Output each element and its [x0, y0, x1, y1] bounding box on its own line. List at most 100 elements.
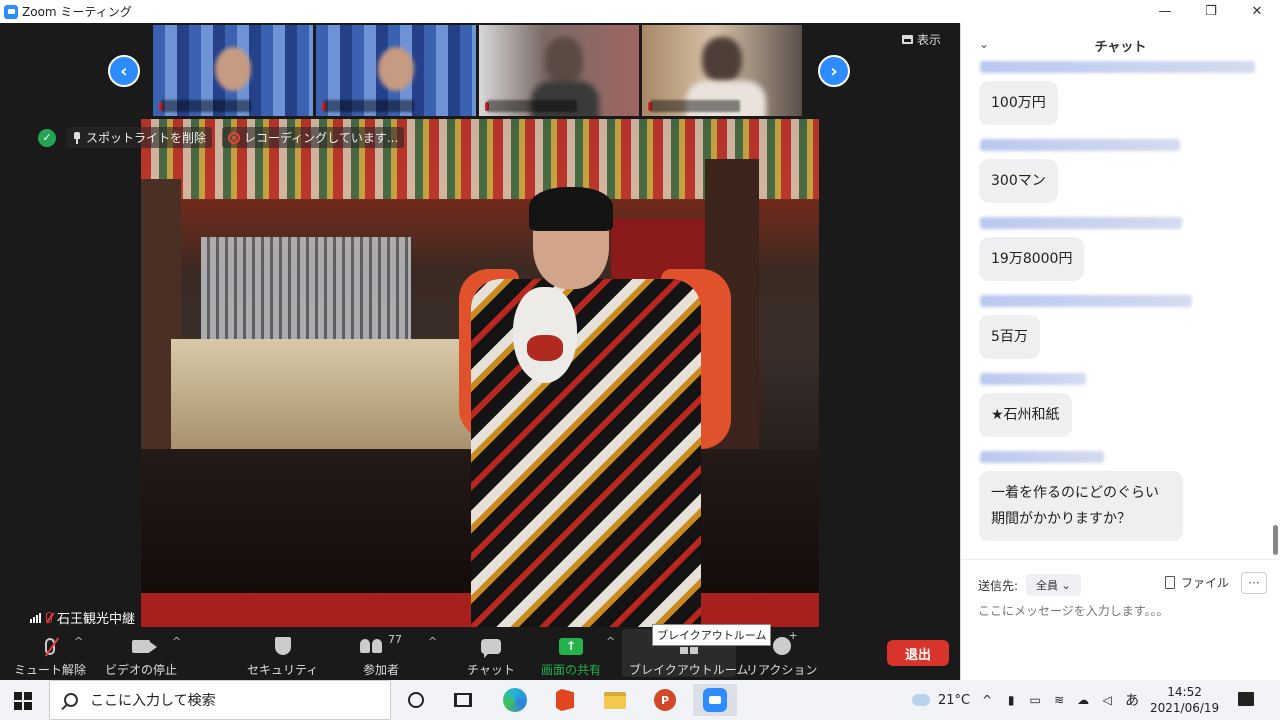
kagura-costume [471, 279, 701, 627]
folder-icon [604, 691, 626, 709]
chat-panel: ⌄ チャット 100万円 300マン 19万8000円 5百万 ★石州和紙 一着… [960, 23, 1280, 680]
participant-face [378, 47, 414, 91]
system-tray: 21°C ^ ▮ ▭ ≋ ☁ ◁ あ [912, 680, 1140, 720]
taskbar-search-box[interactable]: ここに入力して検索 [49, 680, 391, 720]
clock-time: 14:52 [1167, 685, 1202, 699]
participants-icon [360, 639, 382, 653]
chevron-up-icon[interactable]: ^ [980, 693, 994, 707]
cortana-button[interactable] [394, 684, 438, 716]
security-button[interactable]: セキュリティ [247, 633, 318, 678]
blurred-message-text [980, 61, 1255, 73]
participants-options-caret[interactable]: ^ [428, 635, 437, 648]
recipient-value: 全員 [1036, 579, 1059, 592]
prev-page-button[interactable]: ‹ [108, 55, 140, 87]
temperature[interactable]: 21°C [938, 693, 970, 708]
weather-icon[interactable] [912, 694, 930, 706]
message-bubble: 一着を作るのにどのぐらい期間がかかりますか？ [979, 471, 1183, 541]
chat-message-input[interactable] [978, 604, 1258, 618]
view-grid-icon [902, 35, 913, 44]
message-bubble: ★石州和紙 [979, 393, 1072, 437]
recording-indicator[interactable]: レコーディングしています... [222, 127, 405, 148]
share-screen-label: 画面の共有 [541, 663, 602, 677]
blurred-sender-name [980, 451, 1104, 463]
recipient-row: 送信先: 全員 ⌄ [978, 574, 1081, 596]
restore-button[interactable]: ❐ [1188, 0, 1234, 23]
mic-off-icon [45, 637, 55, 655]
muted-mic-icon [46, 612, 52, 623]
message-bubble: 5百万 [979, 315, 1040, 359]
powerpoint-app[interactable]: P [643, 684, 687, 716]
edge-app[interactable] [493, 684, 537, 716]
zoom-icon [703, 688, 727, 712]
video-options-caret[interactable]: ^ [172, 635, 181, 648]
speaker-video [141, 119, 819, 627]
zoom-app[interactable] [693, 684, 737, 716]
file-icon [1165, 576, 1175, 589]
oni-mask [513, 287, 577, 383]
audio-options-caret[interactable]: ^ [74, 635, 83, 648]
meeting-status-badges: ✓ スポットライトを削除 レコーディングしています... [38, 127, 405, 148]
chevron-down-icon[interactable]: ⌄ [979, 37, 989, 51]
participant-thumbnail[interactable] [642, 25, 802, 116]
view-button[interactable]: 表示 [902, 31, 941, 48]
battery-icon[interactable]: ▭ [1028, 693, 1042, 707]
participants-label: 参加者 [362, 663, 399, 677]
chat-button[interactable]: チャット [467, 633, 515, 678]
stop-video-button[interactable]: ビデオの停止 [105, 633, 177, 678]
participant-name-blurred [161, 100, 251, 112]
office-app[interactable] [543, 684, 587, 716]
zoom-app-icon [4, 4, 18, 19]
wifi-icon[interactable]: ≋ [1052, 693, 1066, 707]
signal-strength-icon [30, 612, 41, 623]
pin-icon [72, 131, 82, 144]
speaker-icon[interactable]: ◁ [1100, 693, 1114, 707]
stop-video-label: ビデオの停止 [105, 663, 178, 677]
minimize-button[interactable]: — [1142, 0, 1188, 23]
blurred-sender-name [980, 139, 1180, 151]
message-bubble: 100万円 [979, 81, 1058, 125]
file-explorer-app[interactable] [593, 684, 637, 716]
file-label: ファイル [1181, 576, 1230, 590]
close-button[interactable]: ✕ [1234, 0, 1280, 23]
chat-title: チャット [1094, 39, 1147, 55]
remove-spotlight-button[interactable]: スポットライトを削除 [66, 127, 213, 148]
share-screen-button[interactable]: ↑ 画面の共有 [541, 633, 601, 678]
chat-scrollbar[interactable] [1273, 525, 1278, 555]
participants-button[interactable]: 77 参加者 [360, 633, 402, 678]
recipient-label: 送信先: [978, 578, 1019, 593]
notification-center-icon[interactable] [1238, 692, 1254, 706]
ime-mode-indicator[interactable]: あ [1124, 690, 1140, 710]
message-bubble: 19万8000円 [979, 237, 1085, 281]
chat-message: 5百万 [961, 307, 1267, 359]
blurred-sender-name [980, 217, 1182, 229]
chat-label: チャット [467, 663, 515, 677]
search-placeholder: ここに入力して検索 [90, 693, 216, 709]
encryption-shield-icon[interactable]: ✓ [38, 128, 56, 147]
speaker-name-tag: 石王観光中継 [30, 608, 135, 627]
next-page-button[interactable]: › [818, 55, 850, 87]
task-view-button[interactable] [441, 684, 485, 716]
windows-start-icon[interactable] [14, 692, 32, 710]
participant-thumbnail[interactable] [316, 25, 476, 116]
windows-taskbar: ここに入力して検索 P 21°C ^ ▮ ▭ ≋ ☁ ◁ あ 14:52 202… [0, 680, 1280, 720]
participant-thumbnail[interactable] [153, 25, 313, 116]
recording-label: レコーディングしています... [244, 131, 399, 145]
task-view-icon [454, 693, 472, 707]
file-button[interactable]: ファイル [1165, 574, 1229, 591]
window-controls: — ❐ ✕ [1142, 0, 1280, 23]
taskbar-clock[interactable]: 14:52 2021/06/19 [1150, 684, 1219, 716]
participant-thumbnail[interactable] [479, 25, 639, 116]
lattice-window [201, 237, 411, 347]
more-options-button[interactable]: ··· [1241, 572, 1267, 594]
chat-compose: 送信先: 全員 ⌄ ファイル ··· [961, 559, 1280, 680]
recipient-select[interactable]: 全員 ⌄ [1026, 574, 1081, 596]
leave-meeting-button[interactable]: 退出 [887, 640, 949, 666]
search-icon [64, 693, 78, 707]
microphone-icon[interactable]: ▮ [1004, 693, 1018, 707]
participant-name-blurred [324, 100, 414, 112]
onedrive-cloud-icon[interactable]: ☁ [1076, 693, 1090, 707]
share-options-caret[interactable]: ^ [606, 635, 615, 648]
chat-message: 19万8000円 [961, 229, 1267, 281]
reaction-smiley-icon [772, 629, 798, 655]
edge-icon [503, 688, 527, 712]
